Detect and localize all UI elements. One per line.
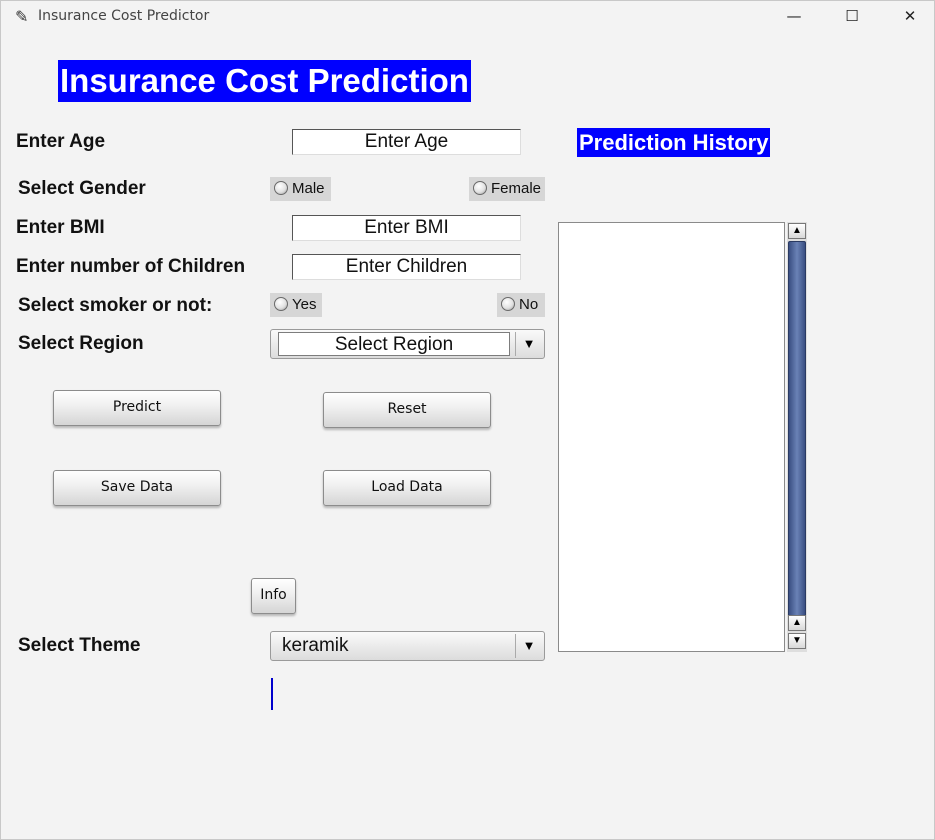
maximize-button[interactable]: ☐ — [837, 5, 867, 27]
scrollbar-thumb[interactable] — [788, 241, 806, 630]
children-label: Enter number of Children — [16, 256, 246, 277]
gender-label: Select Gender — [18, 178, 146, 199]
gender-male-radio[interactable]: Male — [270, 177, 331, 201]
scroll-down-icon[interactable]: ▼ — [788, 633, 806, 649]
scroll-up-icon[interactable]: ▲ — [788, 615, 806, 631]
smoker-label: Select smoker or not: — [18, 295, 213, 316]
region-value: Select Region — [278, 332, 510, 356]
app-window: ✎ Insurance Cost Predictor — ☐ ✕ Insuran… — [0, 0, 935, 840]
dropdown-arrow-icon[interactable]: ▼ — [515, 332, 542, 356]
save-data-button[interactable]: Save Data — [53, 470, 221, 506]
feather-icon: ✎ — [15, 7, 29, 26]
scroll-up-icon[interactable]: ▲ — [788, 223, 806, 239]
smoker-yes-label: Yes — [292, 296, 317, 313]
reset-button[interactable]: Reset — [323, 392, 491, 428]
predict-button[interactable]: Predict — [53, 390, 221, 426]
radio-icon — [274, 181, 288, 195]
history-title: Prediction History — [577, 128, 771, 157]
age-input[interactable]: Enter Age — [292, 129, 521, 155]
smoker-no-label: No — [519, 296, 539, 313]
bmi-label: Enter BMI — [16, 217, 105, 238]
theme-label: Select Theme — [18, 635, 141, 656]
gender-female-label: Female — [491, 180, 542, 197]
dropdown-arrow-icon[interactable]: ▼ — [515, 634, 542, 658]
children-input[interactable]: Enter Children — [292, 254, 521, 280]
window-title: Insurance Cost Predictor — [38, 8, 210, 24]
smoker-no-radio[interactable]: No — [497, 293, 545, 317]
page-title: Insurance Cost Prediction — [58, 60, 471, 102]
region-dropdown[interactable]: Select Region ▼ — [270, 329, 545, 359]
title-bar: ✎ Insurance Cost Predictor — ☐ ✕ — [1, 1, 934, 31]
text-cursor — [271, 678, 273, 710]
gender-male-label: Male — [292, 180, 325, 197]
bmi-input[interactable]: Enter BMI — [292, 215, 521, 241]
history-scrollbar[interactable]: ▲ ▲ ▼ — [787, 222, 807, 652]
info-button[interactable]: Info — [251, 578, 296, 614]
radio-icon — [473, 181, 487, 195]
minimize-button[interactable]: — — [779, 5, 809, 27]
close-button[interactable]: ✕ — [895, 5, 925, 27]
theme-dropdown[interactable]: keramik ▼ — [270, 631, 545, 661]
smoker-yes-radio[interactable]: Yes — [270, 293, 322, 317]
radio-icon — [274, 297, 288, 311]
theme-value: keramik — [282, 635, 349, 656]
age-label: Enter Age — [16, 131, 106, 152]
radio-icon — [501, 297, 515, 311]
load-data-button[interactable]: Load Data — [323, 470, 491, 506]
history-listbox[interactable] — [558, 222, 785, 652]
region-label: Select Region — [18, 333, 144, 354]
gender-female-radio[interactable]: Female — [469, 177, 545, 201]
